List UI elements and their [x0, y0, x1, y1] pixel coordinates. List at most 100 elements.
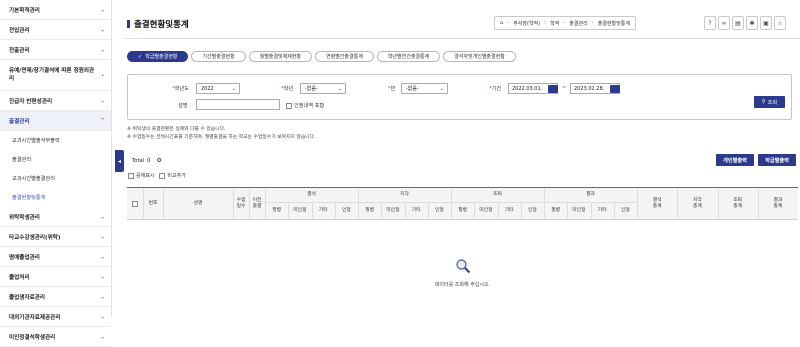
- column-header-sub[interactable]: 질병: [451, 202, 474, 220]
- sidebar-subitem[interactable]: 교과시간별출결관리: [0, 169, 111, 188]
- column-divider: [717, 188, 719, 220]
- column-header-sub[interactable]: 미인정: [288, 202, 311, 220]
- sidebar-item-promotion[interactable]: 진급자 반편성관리 ⌄: [0, 91, 111, 111]
- column-header-transfer[interactable]: 이전 출결: [249, 188, 265, 220]
- note-line: ※ 수업일수는 전체시간표를 기준하며, 월별출결을 하는 학교는 수업일수가 …: [127, 135, 316, 140]
- column-header-sub[interactable]: 질병: [544, 202, 567, 220]
- sidebar-item-external[interactable]: 대외기관자료제공관리 ⌄: [0, 307, 111, 327]
- grade-select[interactable]: -없음- ⌄: [300, 83, 346, 94]
- column-header-no[interactable]: 번호: [143, 188, 163, 220]
- sidebar-item-transfer-out[interactable]: 전출관리 ⌄: [0, 40, 111, 60]
- column-header-name[interactable]: 성명: [163, 188, 233, 220]
- column-header-sub[interactable]: 인정: [521, 202, 544, 220]
- sidebar-item-transfer-in[interactable]: 전입관리 ⌄: [0, 20, 111, 40]
- window-icon[interactable]: ▣: [760, 16, 772, 30]
- print-icon[interactable]: ▤: [732, 16, 744, 30]
- compare-checkbox[interactable]: [159, 172, 166, 179]
- column-divider: [677, 188, 679, 220]
- column-header-sub[interactable]: 기타: [312, 202, 335, 220]
- search-button[interactable]: ⚲ 조회: [754, 96, 785, 108]
- hide-empty-option[interactable]: 응애표시: [128, 172, 154, 179]
- class-select[interactable]: -없음- ⌄: [401, 83, 448, 94]
- column-header-sub[interactable]: 인정: [335, 202, 358, 220]
- calendar-icon[interactable]: [610, 84, 620, 93]
- star-icon[interactable]: ☆: [774, 16, 786, 30]
- column-header-sub[interactable]: 인정: [614, 202, 637, 220]
- name-input[interactable]: [196, 99, 280, 110]
- column-header-days[interactable]: 수업 일수: [233, 188, 249, 220]
- gear-icon[interactable]: ⚙: [156, 157, 161, 164]
- sidebar-item-basic-records[interactable]: 기본학적관리 ⌄: [0, 0, 111, 20]
- tab-grade-statistics[interactable]: 학년별연간출결통계: [376, 51, 441, 62]
- tab-age-statistics[interactable]: 연령별간출결통계: [315, 51, 374, 62]
- sidebar: 기본학적관리 ⌄ 전입관리 ⌄ 전출관리 ⌄ 유예/면제/장기결석에 따른 정원외관리…: [0, 0, 112, 347]
- column-header-total[interactable]: 결석 총계: [637, 188, 677, 220]
- chevron-down-icon: ⌄: [99, 71, 105, 78]
- column-divider: [427, 202, 429, 220]
- column-header-sub[interactable]: 기타: [498, 202, 521, 220]
- chevron-down-icon: ⌄: [439, 85, 444, 92]
- column-header-sub[interactable]: 미인정: [474, 202, 497, 220]
- column-header-sub[interactable]: 기타: [405, 202, 428, 220]
- column-header-sub[interactable]: 질병: [358, 202, 381, 220]
- column-divider: [757, 188, 759, 220]
- select-all-checkbox[interactable]: [127, 188, 143, 220]
- column-divider: [497, 202, 499, 220]
- sidebar-subitem[interactable]: 교과시간별출석부출력: [0, 131, 111, 150]
- column-header-total[interactable]: 결과 총계: [758, 188, 798, 220]
- column-header-group[interactable]: 조퇴: [451, 188, 544, 202]
- help-icon[interactable]: ?: [704, 16, 716, 30]
- toolbar: ? ∞ ▤ ✱ ▣ ☆: [704, 16, 786, 30]
- column-divider: [474, 202, 476, 220]
- sidebar-item-label: 타교수강생관리(위탁): [9, 234, 61, 241]
- compare-option[interactable]: 비교추가: [159, 172, 186, 179]
- sidebar-item-deferral[interactable]: 유예/면제/장기결석에 따른 정원외관리 ⌄: [0, 60, 111, 91]
- sidebar-item-unexcused[interactable]: 미인정결석학생관리 ⌄: [0, 327, 111, 347]
- column-header-sub[interactable]: 인정: [428, 202, 451, 220]
- sidebar-subitem-active[interactable]: 출결현황및통계: [0, 188, 111, 207]
- sidebar-item-graduation[interactable]: 졸업처리 ⌄: [0, 267, 111, 287]
- magnifier-icon: [456, 259, 471, 274]
- include-recognized-checkbox[interactable]: [286, 102, 292, 109]
- sidebar-collapse-button[interactable]: ◂: [115, 150, 124, 172]
- main-content: 출결현황및통계 ⌂ › 부서장(학적) › 학적 › 출결관리 › 출결현황및통…: [124, 0, 800, 317]
- column-header-total[interactable]: 지각 총계: [677, 188, 717, 220]
- chevron-down-icon: ⌄: [99, 6, 105, 13]
- sidebar-item-graduates[interactable]: 졸업생자료관리 ⌄: [0, 287, 111, 307]
- breadcrumb-item[interactable]: 출결관리: [569, 20, 587, 27]
- personal-print-button[interactable]: 개인별출력: [716, 154, 754, 166]
- column-header-group[interactable]: 지각: [358, 188, 451, 202]
- class-print-button[interactable]: 학급별출력: [758, 154, 796, 166]
- column-header-total[interactable]: 조퇴 총계: [718, 188, 758, 220]
- data-grid: 번호 성명 수업 일수 이전 출결 결석 질병 미인정 기타 인정 지각 질병 미인정 기타 인정 조퇴 질병…: [127, 187, 798, 317]
- settings-icon[interactable]: ✱: [746, 16, 758, 30]
- link-icon[interactable]: ∞: [718, 16, 730, 30]
- year-select[interactable]: 2022 ⌄: [196, 83, 240, 94]
- column-header-group[interactable]: 결과: [544, 188, 637, 202]
- calendar-icon[interactable]: [548, 84, 558, 93]
- breadcrumb-item[interactable]: 학적: [550, 20, 559, 27]
- breadcrumb-item[interactable]: 출결현황및통계: [598, 20, 630, 27]
- column-divider: [590, 202, 592, 220]
- tab-monthly-attendance[interactable]: 월별출결및체제현황: [248, 51, 313, 62]
- sidebar-item-label: 출결관리: [9, 118, 30, 125]
- column-header-sub[interactable]: 미인정: [381, 202, 404, 220]
- column-divider: [381, 202, 383, 220]
- include-recognized-option[interactable]: 인정내역 포함: [286, 102, 324, 109]
- sidebar-item-attendance[interactable]: 출결관리 ⌃: [0, 111, 111, 131]
- sidebar-item-entrusted[interactable]: 위탁학생관리 ⌄: [0, 207, 111, 227]
- column-header-sub[interactable]: 질병: [265, 202, 288, 220]
- column-header-sub[interactable]: 기타: [591, 202, 614, 220]
- hide-empty-checkbox[interactable]: [128, 172, 134, 179]
- sidebar-subitem[interactable]: 출결관리: [0, 150, 111, 169]
- sidebar-item-honorary[interactable]: 명예졸업관리 ⌄: [0, 247, 111, 267]
- column-header-group[interactable]: 결석: [265, 188, 358, 202]
- tab-period-attendance[interactable]: 기간별출결현황: [191, 51, 246, 62]
- breadcrumb-item[interactable]: 부서장(학적): [513, 20, 540, 27]
- header-divider: [265, 202, 637, 203]
- column-header-sub[interactable]: 미인정: [567, 202, 590, 220]
- sidebar-item-other-school[interactable]: 타교수강생관리(위탁) ⌄: [0, 227, 111, 247]
- home-icon[interactable]: ⌂: [500, 20, 503, 26]
- tab-class-attendance[interactable]: ✓ 학급별출결현황: [127, 51, 189, 62]
- tab-absentee-status[interactable]: 결석자및개인별출결현황: [443, 51, 516, 62]
